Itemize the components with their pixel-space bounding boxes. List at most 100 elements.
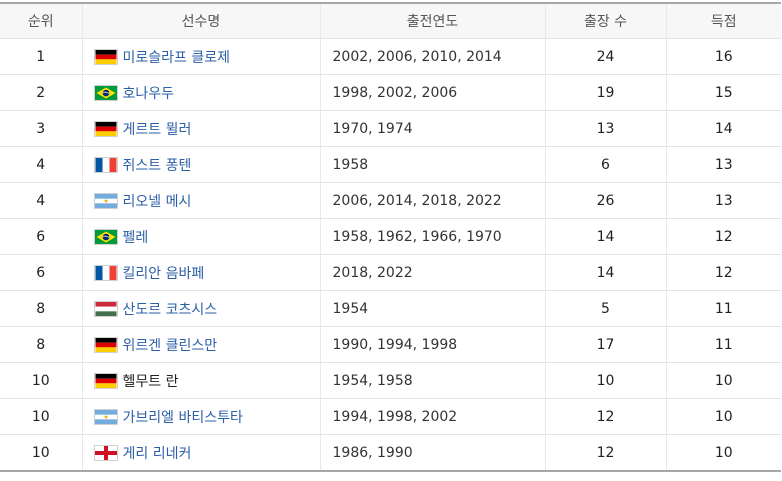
player-name-link[interactable]: 게리 리네커: [123, 446, 192, 462]
player-name-link[interactable]: 게르트 뮐러: [123, 122, 192, 138]
table-row: 8 산도르 코츠시스 1954 5 11: [0, 290, 781, 327]
rank-cell: 8: [0, 290, 82, 327]
years-cell: 2006, 2014, 2018, 2022: [319, 182, 545, 219]
player-name-link[interactable]: 미로슬라프 클로제: [123, 50, 231, 66]
goals-cell: 11: [665, 326, 781, 363]
player-cell: 가브리엘 바티스투타: [81, 398, 320, 435]
goals-cell: 10: [665, 362, 781, 399]
goals-cell: 11: [665, 290, 781, 327]
france-flag-icon: [95, 265, 117, 280]
player-cell: 헬무트 란: [81, 362, 320, 399]
germany-flag-icon: [95, 121, 117, 136]
player-name-link[interactable]: 가브리엘 바티스투타: [123, 410, 243, 426]
player-cell: 쥐스트 퐁텐: [81, 146, 320, 183]
player-name-link[interactable]: 킬리안 음바페: [123, 266, 205, 282]
years-cell: 1994, 1998, 2002: [319, 398, 545, 435]
appearances-cell: 12: [544, 398, 666, 435]
table-row: 4 쥐스트 퐁텐 1958 6 13: [0, 146, 781, 183]
player-cell: 호나우두: [81, 74, 320, 111]
germany-flag-icon: [95, 49, 117, 64]
goals-cell: 16: [665, 38, 781, 75]
rank-cell: 1: [0, 38, 82, 75]
appearances-cell: 19: [544, 74, 666, 111]
player-cell: 리오넬 메시: [81, 182, 320, 219]
player-cell: 펠레: [81, 218, 320, 255]
player-cell: 킬리안 음바페: [81, 254, 320, 291]
appearances-cell: 14: [544, 254, 666, 291]
years-cell: 1958, 1962, 1966, 1970: [319, 218, 545, 255]
table-row: 3 게르트 뮐러 1970, 1974 13 14: [0, 110, 781, 147]
goals-cell: 13: [665, 146, 781, 183]
table-row: 1 미로슬라프 클로제 2002, 2006, 2010, 2014 24 16: [0, 38, 781, 75]
player-name-link[interactable]: 산도르 코츠시스: [123, 302, 218, 318]
appearances-cell: 13: [544, 110, 666, 147]
rank-cell: 10: [0, 434, 82, 471]
goals-cell: 15: [665, 74, 781, 111]
years-cell: 1986, 1990: [319, 434, 545, 471]
france-flag-icon: [95, 157, 117, 172]
years-cell: 1990, 1994, 1998: [319, 326, 545, 363]
player-cell: 게리 리네커: [81, 434, 320, 471]
rank-cell: 6: [0, 254, 82, 291]
appearances-cell: 17: [544, 326, 666, 363]
argentina-flag-icon: [94, 193, 117, 208]
appearances-cell: 26: [544, 182, 666, 219]
rank-cell: 10: [0, 362, 82, 399]
player-name-link[interactable]: 쥐스트 퐁텐: [123, 158, 192, 174]
header-apps[interactable]: 출장 수: [544, 3, 666, 39]
top-scorers-table: 순위 선수명 출전연도 출장 수 득점 1 미로슬라프 클로제 2002, 2006…: [0, 2, 781, 472]
goals-cell: 10: [665, 398, 781, 435]
player-cell: 미로슬라프 클로제: [81, 38, 320, 75]
table-row: 2 호나우두 1998, 2002, 2006 19 15: [0, 74, 781, 111]
header-years[interactable]: 출전연도: [319, 3, 545, 39]
years-cell: 1970, 1974: [319, 110, 545, 147]
header-player[interactable]: 선수명: [81, 3, 320, 39]
goals-cell: 10: [665, 434, 781, 471]
rank-cell: 3: [0, 110, 82, 147]
player-cell: 위르겐 클린스만: [81, 326, 320, 363]
argentina-flag-icon: [94, 409, 117, 424]
table-row: 6 펠레 1958, 1962, 1966, 1970 14 12: [0, 218, 781, 255]
player-name-link[interactable]: 펠레: [123, 230, 149, 246]
table-header-row: 순위 선수명 출전연도 출장 수 득점: [0, 3, 781, 39]
header-rank[interactable]: 순위: [0, 3, 82, 39]
player-cell: 산도르 코츠시스: [81, 290, 320, 327]
table-row: 10 게리 리네커 1986, 1990 12 10: [0, 434, 781, 471]
years-cell: 1998, 2002, 2006: [319, 74, 545, 111]
years-cell: 2002, 2006, 2010, 2014: [319, 38, 545, 75]
player-name: 헬무트 란: [122, 373, 179, 390]
appearances-cell: 24: [544, 38, 666, 75]
player-name-link[interactable]: 위르겐 클린스만: [123, 338, 218, 354]
rank-cell: 8: [0, 326, 82, 363]
goals-cell: 13: [665, 182, 781, 219]
goals-cell: 14: [665, 110, 781, 147]
header-goals[interactable]: 득점: [665, 3, 781, 39]
germany-flag-icon: [95, 373, 117, 388]
player-name-link[interactable]: 호나우두: [123, 86, 175, 102]
appearances-cell: 12: [544, 434, 666, 471]
rank-cell: 6: [0, 218, 82, 255]
appearances-cell: 5: [544, 290, 666, 327]
table-row: 4 리오넬 메시 2006, 2014, 2018, 2022 26 13: [0, 182, 781, 219]
table-row: 10 가브리엘 바티스투타 1994, 1998, 2002 12 10: [0, 398, 781, 435]
brazil-flag-icon: [94, 229, 117, 244]
england-flag-icon: [94, 445, 117, 460]
table-row: 6 킬리안 음바페 2018, 2022 14 12: [0, 254, 781, 291]
hungary-flag-icon: [95, 301, 117, 316]
rank-cell: 4: [0, 146, 82, 183]
appearances-cell: 6: [544, 146, 666, 183]
brazil-flag-icon: [94, 85, 117, 100]
years-cell: 1954: [319, 290, 545, 327]
table-row: 8 위르겐 클린스만 1990, 1994, 1998 17 11: [0, 326, 781, 363]
appearances-cell: 14: [544, 218, 666, 255]
rank-cell: 4: [0, 182, 82, 219]
goals-cell: 12: [665, 254, 781, 291]
years-cell: 1954, 1958: [319, 362, 545, 399]
years-cell: 1958: [319, 146, 545, 183]
rank-cell: 2: [0, 74, 82, 111]
table-row: 10 헬무트 란 1954, 1958 10 10: [0, 362, 781, 399]
germany-flag-icon: [95, 337, 117, 352]
appearances-cell: 10: [544, 362, 666, 399]
player-name-link[interactable]: 리오넬 메시: [123, 194, 192, 210]
rank-cell: 10: [0, 398, 82, 435]
